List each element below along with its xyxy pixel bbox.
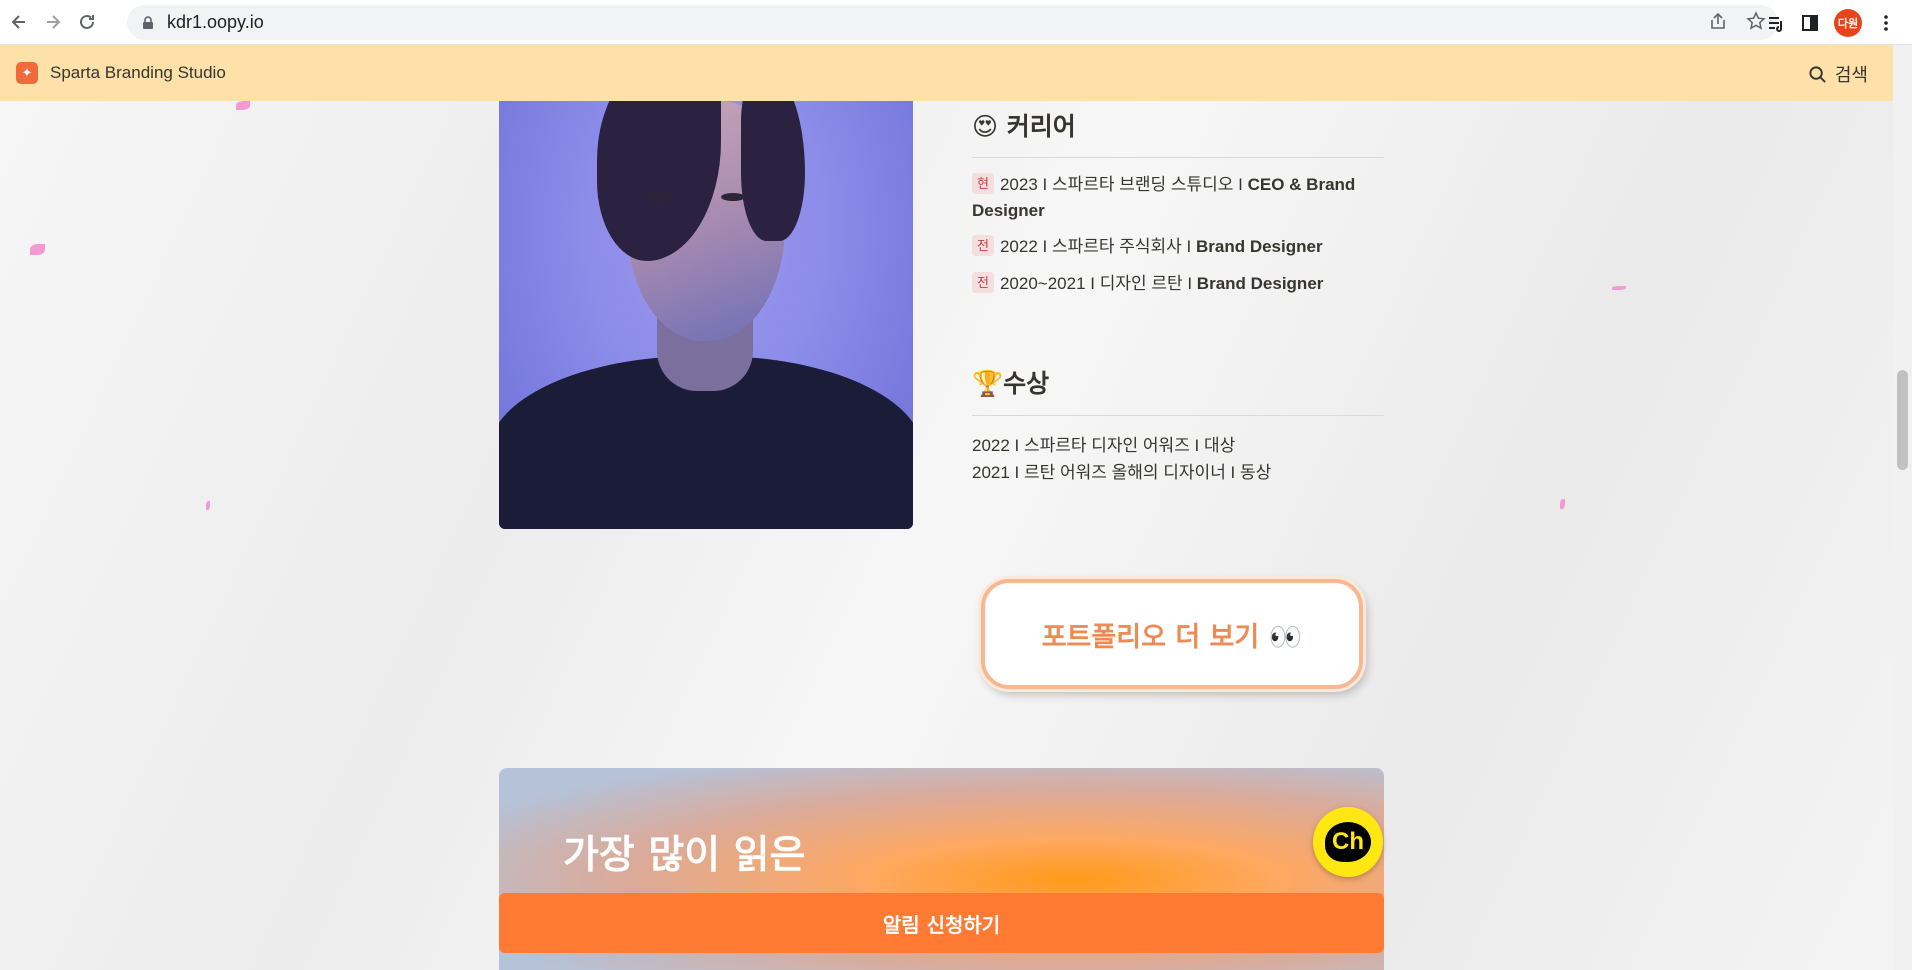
- career-item: 전 2020~2021 I 디자인 르탄 I Brand Designer: [972, 271, 1387, 297]
- status-tag: 전: [972, 272, 994, 293]
- channel-chat-icon: Ch: [1325, 822, 1371, 862]
- notify-signup-button[interactable]: 알림 신청하기: [499, 893, 1384, 953]
- decorative-petal: [1612, 286, 1626, 290]
- career-item: 전 2022 I 스파르타 주식회사 I Brand Designer: [972, 234, 1387, 260]
- status-tag: 현: [972, 173, 994, 194]
- menu-dots-icon[interactable]: [1876, 13, 1896, 33]
- profile-photo: [499, 101, 913, 529]
- page-scrollbar[interactable]: [1893, 45, 1912, 970]
- browser-toolbar: kdr1.oopy.io 다원: [0, 0, 1912, 45]
- reading-list-icon[interactable]: [1766, 13, 1786, 33]
- career-divider: [972, 157, 1384, 158]
- awards-divider: [972, 415, 1384, 416]
- scrollbar-thumb[interactable]: [1897, 370, 1908, 470]
- banner-heading: 가장 많이 읽은: [563, 833, 806, 878]
- side-panel-icon[interactable]: [1800, 13, 1820, 33]
- career-item: 현 2023 I 스파르타 브랜딩 스튜디오 I CEO & Brand Desi…: [972, 173, 1356, 220]
- forward-button[interactable]: [38, 7, 68, 37]
- decorative-petal: [206, 501, 210, 510]
- lock-icon: [143, 15, 153, 29]
- reload-button[interactable]: [72, 7, 102, 37]
- site-title[interactable]: Sparta Branding Studio: [50, 63, 226, 83]
- profile-avatar[interactable]: 다원: [1834, 8, 1862, 37]
- star-icon[interactable]: [1746, 11, 1766, 31]
- back-button[interactable]: [4, 7, 34, 37]
- search-button[interactable]: 검색: [1808, 61, 1868, 87]
- url-text: kdr1.oopy.io: [167, 12, 264, 32]
- award-item: 2021 I 르탄 어워즈 올해의 디자이너 I 동상: [972, 463, 1272, 482]
- forward-icon: [47, 15, 61, 29]
- portfolio-more-button[interactable]: 포트폴리오 더 보기 👀: [981, 579, 1363, 689]
- trophy-icon: 🏆: [972, 369, 1004, 398]
- site-logo-icon[interactable]: ✦: [16, 62, 38, 84]
- page-content: 😍 커리어 현 2023 I 스파르타 브랜딩 스튜디오 I CEO & Bran…: [0, 101, 1893, 970]
- share-icon[interactable]: [1708, 11, 1728, 31]
- awards-heading: 🏆수상: [972, 369, 1050, 398]
- search-label: 검색: [1834, 65, 1868, 86]
- site-header: ✦ Sparta Branding Studio 검색: [0, 45, 1893, 101]
- smiling-heart-eyes-icon: 😍: [972, 112, 999, 141]
- reload-icon: [80, 14, 94, 29]
- channel-chat-button[interactable]: Ch: [1313, 807, 1383, 877]
- decorative-petal: [30, 244, 45, 255]
- address-bar[interactable]: kdr1.oopy.io: [127, 5, 1778, 40]
- award-item: 2022 I 스파르타 디자인 어워즈 I 대상: [972, 436, 1236, 455]
- decorative-petal: [1560, 499, 1565, 509]
- career-heading: 😍 커리어: [972, 112, 1076, 141]
- search-icon: [1809, 65, 1826, 83]
- back-icon: [11, 15, 25, 29]
- status-tag: 전: [972, 235, 994, 256]
- decorative-petal: [236, 101, 250, 110]
